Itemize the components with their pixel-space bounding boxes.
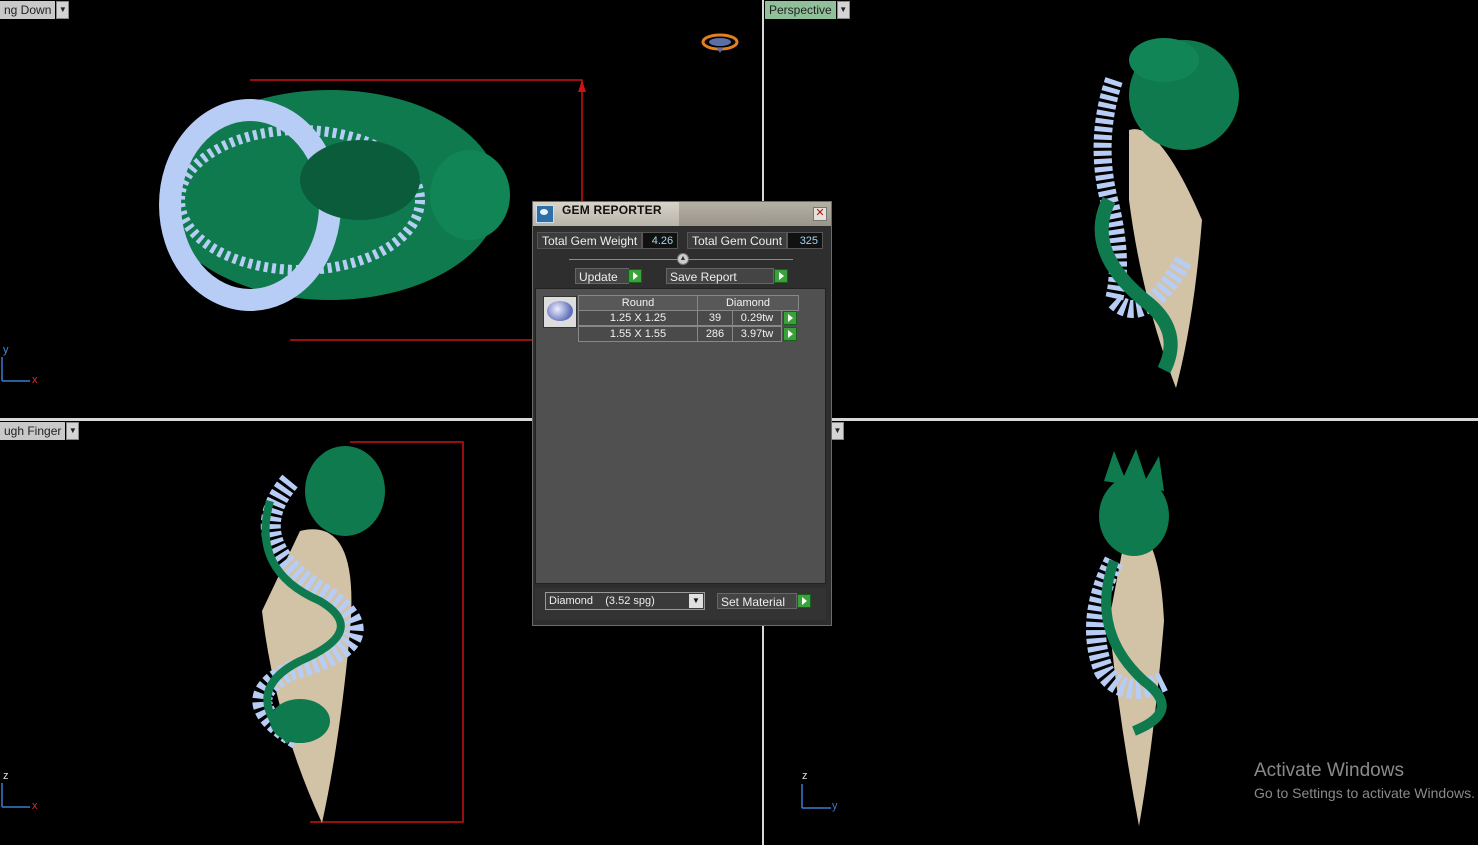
axis-label-y: y <box>832 800 838 812</box>
select-row-icon[interactable] <box>783 311 797 325</box>
axis-label-x: x <box>32 374 38 386</box>
save-report-button-label: Save Report <box>670 270 737 284</box>
axis-label-z: z <box>802 770 808 782</box>
gem-count-cell: 286 <box>697 326 733 342</box>
viewport-label-top[interactable]: ng Down ▼ <box>0 1 70 19</box>
axis-label-z: z <box>3 770 9 782</box>
total-count-label: Total Gem Count <box>687 232 788 249</box>
chevron-down-icon[interactable]: ▼ <box>689 594 703 608</box>
dialog-titlebar[interactable]: GEM REPORTER ✕ <box>533 202 831 226</box>
gem-reporter-dialog: GEM REPORTER ✕ Total Gem Weight 4.26 Tot… <box>532 201 832 626</box>
viewport-label-perspective[interactable]: Perspective ▼ <box>765 1 850 19</box>
set-material-button-label: Set Material <box>721 595 786 609</box>
gem-size-cell: 1.55 X 1.55 <box>578 326 698 342</box>
dialog-title: GEM REPORTER <box>562 203 662 217</box>
chevron-down-icon[interactable]: ▼ <box>56 1 70 19</box>
total-weight-label: Total Gem Weight <box>537 232 643 249</box>
update-button-label: Update <box>579 270 618 284</box>
play-icon[interactable] <box>797 594 811 608</box>
activate-windows-watermark: Activate Windows Go to Settings to activ… <box>1254 760 1475 801</box>
chevron-down-icon[interactable]: ▼ <box>831 422 844 440</box>
watermark-subtitle: Go to Settings to activate Windows. <box>1254 785 1475 801</box>
dragon-render-perspective <box>1093 38 1239 388</box>
chevron-down-icon[interactable]: ▼ <box>836 1 850 19</box>
total-count-value: 325 <box>787 232 824 249</box>
viewport-perspective[interactable]: Perspective ▼ <box>764 0 1478 418</box>
play-icon[interactable] <box>628 269 642 283</box>
chevron-down-icon[interactable]: ▼ <box>66 422 80 440</box>
gem-material-header: Diamond <box>697 295 799 311</box>
axis-gizmo-icon <box>801 784 831 809</box>
total-weight-row: Total Gem Weight 4.26 <box>537 232 679 249</box>
round-gem-icon[interactable] <box>543 296 577 328</box>
viewport-label-text: ugh Finger <box>0 422 66 440</box>
viewport-label-text: Perspective <box>765 1 836 19</box>
total-weight-value: 4.26 <box>642 232 679 249</box>
gem-list-panel[interactable]: Round Diamond 1.25 X 1.25 39 0.29tw 1.55… <box>535 288 826 584</box>
ring-gizmo-icon[interactable] <box>700 32 740 54</box>
axis-label-x: x <box>32 800 38 812</box>
play-icon[interactable] <box>774 269 788 283</box>
gem-count-cell: 39 <box>697 310 733 326</box>
gem-app-icon <box>536 205 554 223</box>
total-count-row: Total Gem Count 325 <box>687 232 824 249</box>
gem-weight-cell: 0.29tw <box>732 310 782 326</box>
close-icon[interactable]: ✕ <box>813 207 827 221</box>
chevron-up-icon[interactable]: ▲ <box>677 253 689 265</box>
save-report-button[interactable]: Save Report <box>666 268 774 284</box>
viewport-label-side[interactable]: ugh Finger ▼ <box>0 422 80 440</box>
update-button[interactable]: Update <box>575 268 629 284</box>
select-row-icon[interactable] <box>783 327 797 341</box>
material-select-value: Diamond (3.52 spg) <box>549 595 655 607</box>
gem-shape-header: Round <box>578 295 698 311</box>
material-select[interactable]: Diamond (3.52 spg) ▼ <box>545 592 705 610</box>
gem-weight-cell: 3.97tw <box>732 326 782 342</box>
viewport-label-text: ng Down <box>0 1 56 19</box>
watermark-title: Activate Windows <box>1254 760 1404 781</box>
gem-size-cell: 1.25 X 1.25 <box>578 310 698 326</box>
axis-label-y: y <box>3 344 9 356</box>
viewport-label-front[interactable]: ▼ <box>830 422 844 440</box>
set-material-button[interactable]: Set Material <box>717 593 797 609</box>
